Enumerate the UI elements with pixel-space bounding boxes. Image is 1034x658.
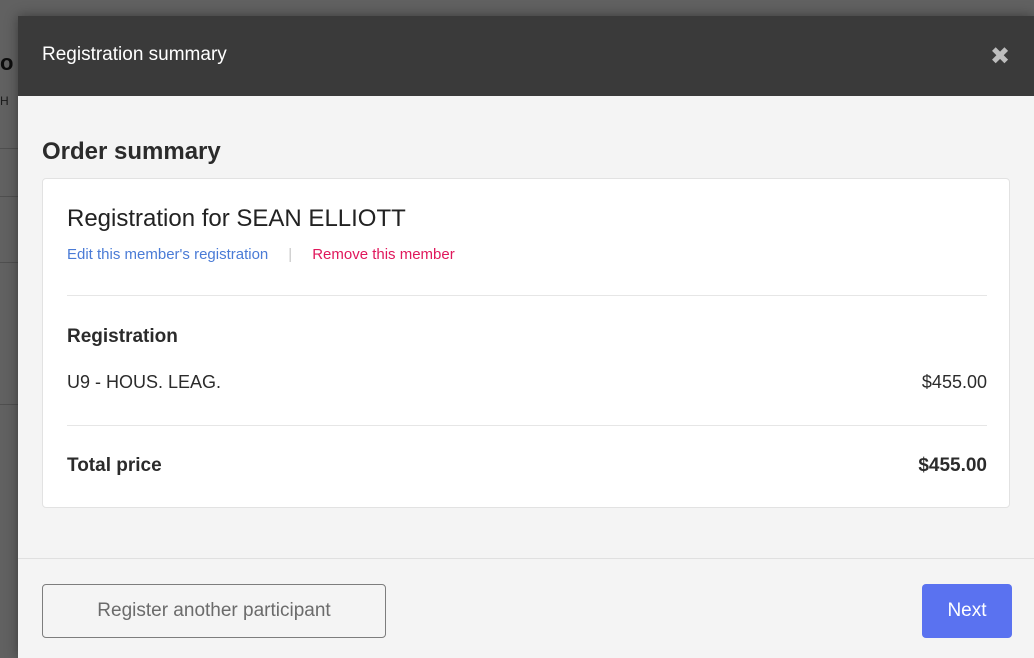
registration-summary-modal: Registration summary ✖ Order summary Reg… <box>18 16 1034 658</box>
modal-body: Order summary Registration for SEAN ELLI… <box>18 96 1034 508</box>
remove-member-link[interactable]: Remove this member <box>312 246 455 263</box>
line-item-name: U9 - HOUS. LEAG. <box>67 372 222 392</box>
total-label: Total price <box>67 455 162 476</box>
card-divider <box>67 425 987 426</box>
footer-divider <box>18 558 1034 559</box>
register-another-participant-button[interactable]: Register another participant <box>42 584 386 638</box>
close-icon[interactable]: ✖ <box>988 42 1012 72</box>
line-item: U9 - HOUS. LEAG. $455.00 <box>67 372 987 393</box>
order-summary-title: Order summary <box>42 138 221 165</box>
total-row: Total price $455.00 <box>67 455 987 477</box>
edit-member-registration-link[interactable]: Edit this member's registration <box>67 246 268 263</box>
line-item-price: $455.00 <box>921 372 987 392</box>
next-button[interactable]: Next <box>922 584 1012 638</box>
modal-header: Registration summary ✖ <box>18 16 1034 96</box>
card-divider <box>67 295 987 296</box>
member-registration-title: Registration for SEAN ELLIOTT <box>67 205 406 232</box>
registration-section-label: Registration <box>67 326 178 347</box>
member-actions: Edit this member's registration | Remove t… <box>67 246 455 264</box>
total-value: $455.00 <box>918 455 987 476</box>
modal-title: Registration summary <box>42 44 227 65</box>
action-separator: | <box>288 246 293 263</box>
order-card: Registration for SEAN ELLIOTT Edit this … <box>42 178 1010 508</box>
